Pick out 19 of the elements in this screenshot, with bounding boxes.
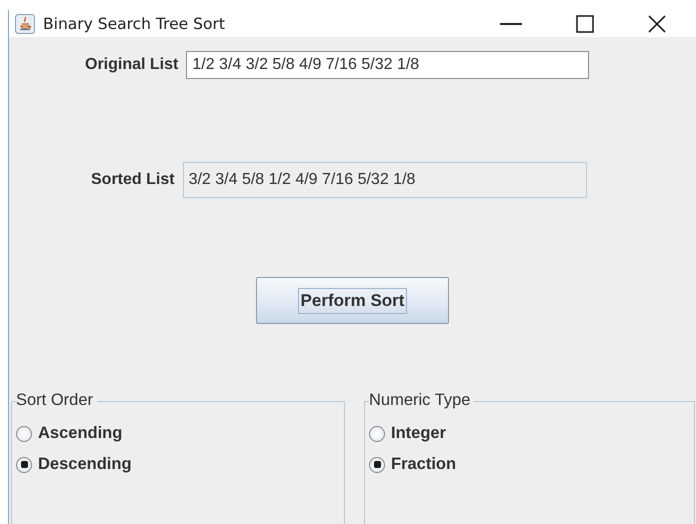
minimize-icon[interactable] xyxy=(500,22,522,26)
output-field: 3/2 3/4 5/8 1/2 4/9 7/16 5/32 1/8 xyxy=(182,162,587,198)
radio-button[interactable] xyxy=(16,456,32,472)
radio-button[interactable] xyxy=(16,426,32,442)
field-label: Sorted List xyxy=(91,171,175,189)
sort-button[interactable]: Perform Sort xyxy=(256,277,449,324)
radio-option[interactable]: Ascending xyxy=(16,424,344,443)
radio-option[interactable]: Descending xyxy=(16,455,344,474)
close-icon[interactable] xyxy=(648,14,666,32)
window-title: Binary Search Tree Sort xyxy=(43,14,225,32)
field-label: Original List xyxy=(85,56,178,74)
radio-button[interactable] xyxy=(369,456,385,472)
app-icon xyxy=(15,14,35,34)
group-title: Numeric Type xyxy=(369,391,474,410)
radio-option[interactable]: Integer xyxy=(369,424,694,443)
input-field[interactable]: 1/2 3/4 3/2 5/8 4/9 7/16 5/32 1/8 xyxy=(186,51,590,79)
maximize-icon[interactable] xyxy=(576,14,594,32)
radio-button[interactable] xyxy=(369,426,385,442)
radio-option[interactable]: Fraction xyxy=(369,455,694,474)
